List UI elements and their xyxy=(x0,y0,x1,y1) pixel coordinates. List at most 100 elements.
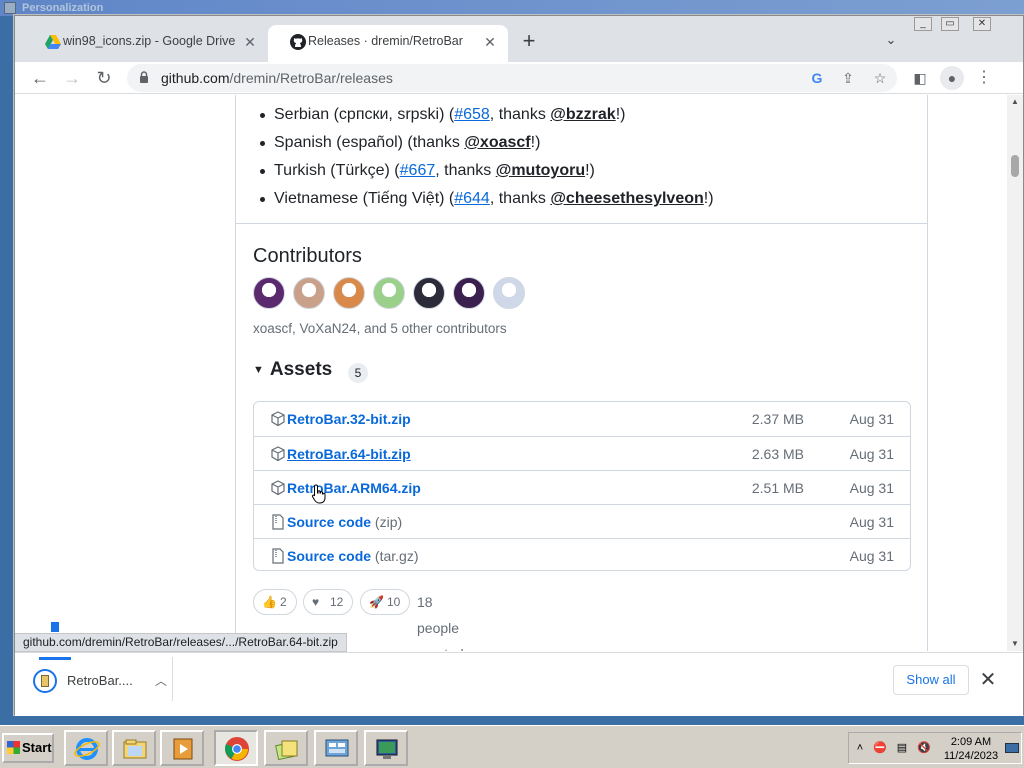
asset-link[interactable]: RetroBar.ARM64.zip xyxy=(287,471,421,505)
taskbar: Start ˄ ⛔ ▤ 🔇 2:09 AM 11/24/2023 xyxy=(0,725,1024,768)
reaction-heart[interactable]: ♥ 12 xyxy=(303,589,353,615)
taskbar-app-control-panel[interactable] xyxy=(314,730,358,766)
assets-toggle[interactable]: ▼ Assets xyxy=(253,359,332,381)
control-panel-icon xyxy=(325,739,349,757)
download-item[interactable]: RetroBar.... ︿ xyxy=(29,661,169,701)
avatar[interactable] xyxy=(493,277,525,309)
issue-link[interactable]: #658 xyxy=(454,106,490,123)
caret-down-icon: ▼ xyxy=(253,364,264,376)
browser-window: win98_icons.zip - Google Drive ✕ Release… xyxy=(14,15,1024,716)
avatar[interactable] xyxy=(413,277,445,309)
taskbar-app-explorer[interactable] xyxy=(112,730,156,766)
downloads-bar: RetroBar.... ︿ Show all ✕ xyxy=(15,652,1023,716)
user-mention-link[interactable]: @mutoyoru xyxy=(496,162,585,179)
reaction-rocket[interactable]: 🚀 10 xyxy=(360,589,410,615)
download-progress-line xyxy=(39,657,71,660)
taskbar-app-display-settings[interactable] xyxy=(364,730,408,766)
reload-icon[interactable]: ↻ xyxy=(92,66,116,90)
asset-size: 2.63 MB xyxy=(751,446,804,462)
reaction-thumbs-up[interactable]: 👍 2 xyxy=(253,589,297,615)
focus-marker xyxy=(51,622,59,632)
scrollbar-thumb[interactable] xyxy=(1011,155,1019,177)
taskbar-app-internet-explorer[interactable] xyxy=(64,730,108,766)
address-bar[interactable]: github.com/dremin/RetroBar/releases G ⇪ … xyxy=(127,64,897,92)
internet-explorer-icon xyxy=(74,738,100,760)
section-divider xyxy=(236,223,927,224)
reactions-summary: 18 people reacted xyxy=(417,594,464,651)
close-window-icon[interactable]: ✕ xyxy=(973,17,991,31)
asset-date: Aug 31 xyxy=(849,514,894,530)
scroll-down-arrow-icon[interactable]: ▼ xyxy=(1007,637,1023,651)
avatar[interactable] xyxy=(253,277,285,309)
forward-arrow-icon[interactable]: → xyxy=(60,66,84,90)
url-text: github.com/dremin/RetroBar/releases xyxy=(161,70,393,86)
avatar[interactable] xyxy=(453,277,485,309)
new-tab-icon[interactable]: + xyxy=(517,30,541,54)
package-icon xyxy=(271,446,285,462)
vertical-scrollbar[interactable]: ▲ ▼ xyxy=(1007,95,1023,651)
tab-strip: win98_icons.zip - Google Drive ✕ Release… xyxy=(15,16,1023,62)
file-zip-icon xyxy=(272,548,284,564)
close-tab-icon[interactable]: ✕ xyxy=(242,34,258,50)
asset-date: Aug 31 xyxy=(849,480,894,496)
google-translate-icon[interactable]: G xyxy=(808,69,826,87)
asset-link[interactable]: Source code (tar.gz) xyxy=(287,539,419,573)
asset-link[interactable]: RetroBar.64-bit.zip xyxy=(287,437,411,471)
rocket-icon: 🚀 xyxy=(369,595,384,609)
asset-row: RetroBar.32-bit.zip 2.37 MB Aug 31 xyxy=(254,402,910,436)
window-icon xyxy=(4,2,16,14)
show-hidden-icons-chevron-icon[interactable]: ˄ xyxy=(853,741,867,755)
scroll-up-arrow-icon[interactable]: ▲ xyxy=(1007,95,1023,109)
chevron-up-icon[interactable]: ︿ xyxy=(155,661,167,701)
show-desktop-icon[interactable] xyxy=(1005,743,1019,753)
thumbs-up-icon: 👍 xyxy=(262,595,277,609)
show-all-button[interactable]: Show all xyxy=(893,665,969,695)
tab-google-drive[interactable]: win98_icons.zip - Google Drive ✕ xyxy=(23,25,268,62)
share-icon[interactable]: ⇪ xyxy=(839,69,857,87)
network-error-icon[interactable]: ⛔ xyxy=(873,741,887,755)
asset-date: Aug 31 xyxy=(849,411,894,427)
avatar[interactable] xyxy=(333,277,365,309)
minimize-icon[interactable]: _ xyxy=(914,17,932,31)
power-icon[interactable]: ▤ xyxy=(895,741,909,755)
asset-link[interactable]: Source code (zip) xyxy=(287,505,402,539)
tab-label: win98_icons.zip - Google Drive xyxy=(63,34,236,48)
user-mention-link[interactable]: @bzzrak xyxy=(550,106,615,123)
link-status-bubble: github.com/dremin/RetroBar/releases/.../… xyxy=(15,633,347,652)
assets-count-badge: 5 xyxy=(348,363,368,383)
clock[interactable]: 2:09 AM 11/24/2023 xyxy=(941,733,1001,763)
taskbar-app-files[interactable] xyxy=(264,730,308,766)
avatar[interactable] xyxy=(293,277,325,309)
github-icon xyxy=(290,34,306,50)
issue-link[interactable]: #644 xyxy=(454,190,490,207)
close-tab-icon[interactable]: ✕ xyxy=(482,34,498,50)
package-icon xyxy=(271,411,285,427)
side-panel-icon[interactable]: ◧ xyxy=(908,66,932,90)
user-mention-link[interactable]: @cheesethesylveon xyxy=(550,190,703,207)
hand-cursor-icon xyxy=(311,484,326,504)
restore-icon[interactable]: ▭ xyxy=(941,17,959,31)
tab-releases[interactable]: Releases · dremin/RetroBar ✕ xyxy=(268,25,508,62)
asset-row: RetroBar.64-bit.zip 2.63 MB Aug 31 xyxy=(254,436,910,470)
bookmark-star-icon[interactable]: ☆ xyxy=(871,69,889,87)
issue-link[interactable]: #667 xyxy=(400,162,436,179)
profile-avatar-icon[interactable]: ● xyxy=(940,66,964,90)
file-zip-icon xyxy=(272,514,284,530)
contributors-summary[interactable]: xoascf, VoXaN24, and 5 other contributor… xyxy=(253,321,507,336)
folder-icon xyxy=(123,739,147,759)
asset-size: 2.37 MB xyxy=(751,411,804,427)
tab-search-chevron-icon[interactable]: ⌄ xyxy=(881,32,901,50)
volume-muted-icon[interactable]: 🔇 xyxy=(917,741,931,755)
user-mention-link[interactable]: @xoascf xyxy=(464,134,530,151)
asset-link[interactable]: RetroBar.32-bit.zip xyxy=(287,402,411,436)
release-card: Serbian (српски, srpski) (#658, thanks @… xyxy=(235,95,928,651)
asset-row: Source code (tar.gz) Aug 31 xyxy=(254,538,910,572)
more-menu-icon[interactable]: ⋮ xyxy=(972,66,996,90)
start-button[interactable]: Start xyxy=(2,733,54,763)
taskbar-app-chrome[interactable] xyxy=(214,730,258,766)
close-downloads-icon[interactable]: ✕ xyxy=(979,665,997,695)
windows-flag-icon xyxy=(7,741,20,754)
taskbar-app-media-player[interactable] xyxy=(160,730,204,766)
back-arrow-icon[interactable]: ← xyxy=(28,66,52,90)
avatar[interactable] xyxy=(373,277,405,309)
